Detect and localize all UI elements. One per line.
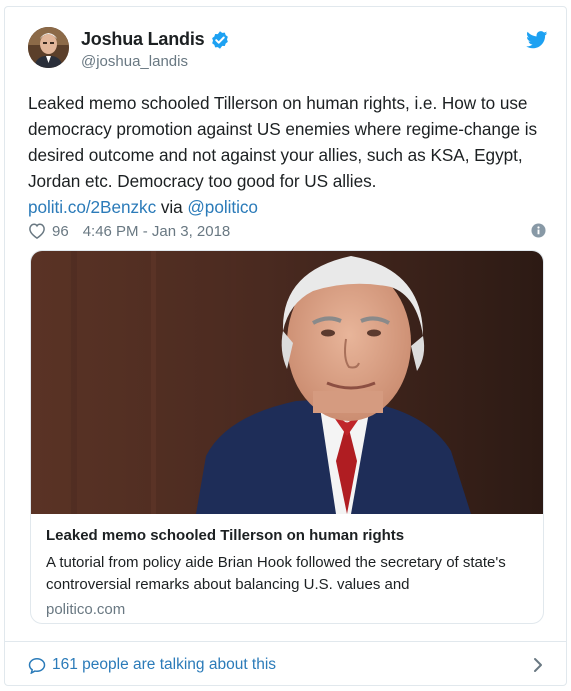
link-preview-description: A tutorial from policy aide Brian Hook f… — [46, 554, 506, 593]
tweet-text: Leaked memo schooled Tillerson on human … — [28, 90, 548, 220]
link-preview-body: Leaked memo schooled Tillerson on human … — [46, 526, 536, 618]
like-count[interactable]: 96 — [52, 223, 69, 240]
author-display-name[interactable]: Joshua Landis — [81, 29, 205, 50]
tweet-mention[interactable]: @politico — [187, 197, 258, 217]
conversation-count-label[interactable]: 161 people are talking about this — [52, 656, 276, 674]
speech-bubble-icon — [28, 657, 46, 674]
embedded-tweet-card: Joshua Landis @joshua_landis Leaked memo… — [4, 6, 567, 686]
avatar[interactable] — [28, 27, 69, 68]
info-icon[interactable] — [531, 223, 546, 238]
chevron-right-icon[interactable] — [533, 657, 543, 673]
avatar-photo — [28, 27, 69, 68]
verified-badge-icon — [212, 30, 229, 49]
name-row: Joshua Landis — [81, 29, 230, 50]
link-preview-title[interactable]: Leaked memo schooled Tillerson on human … — [46, 526, 536, 546]
tweet-via-label: via — [156, 197, 188, 217]
author-handle[interactable]: @joshua_landis — [81, 53, 188, 70]
link-preview-card[interactable]: Leaked memo schooled Tillerson on human … — [30, 250, 544, 624]
link-preview-domain: politico.com — [46, 601, 126, 618]
tweet-body: Leaked memo schooled Tillerson on human … — [28, 93, 538, 191]
tweet-header: Joshua Landis @joshua_landis — [28, 27, 548, 71]
link-preview-image — [31, 251, 543, 514]
conversation-link[interactable]: 161 people are talking about this — [28, 656, 276, 674]
heart-icon[interactable] — [28, 223, 46, 239]
tweet-footer[interactable]: 161 people are talking about this — [5, 641, 566, 686]
tweet-meta: 96 4:46 PM - Jan 3, 2018 — [28, 219, 548, 243]
twitter-bird-icon[interactable] — [526, 31, 548, 49]
tweet-timestamp[interactable]: 4:46 PM - Jan 3, 2018 — [83, 223, 231, 240]
tweet-short-link[interactable]: politi.co/2Benzkc — [28, 197, 156, 217]
